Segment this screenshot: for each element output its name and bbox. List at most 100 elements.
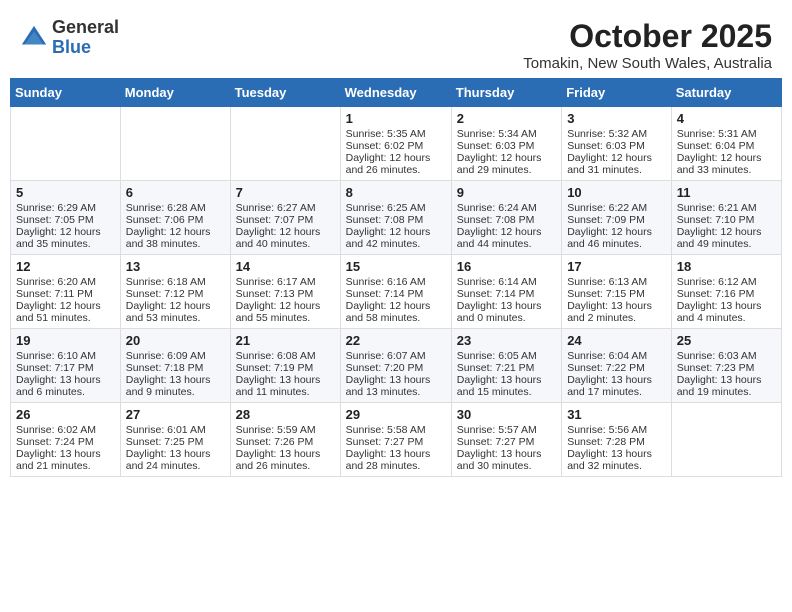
day-detail: Sunrise: 5:56 AM <box>567 424 666 436</box>
calendar-cell: 6Sunrise: 6:28 AMSunset: 7:06 PMDaylight… <box>120 181 230 255</box>
day-detail: and 0 minutes. <box>457 312 556 324</box>
day-detail: Sunset: 7:15 PM <box>567 288 666 300</box>
calendar-week-row: 12 Sunrise: 6:20 AMSunset: 7:11 PM Dayligh… <box>11 255 782 329</box>
day-detail: and 49 minutes. <box>677 238 776 250</box>
day-detail: Sunset: 7:16 PM <box>677 288 776 300</box>
day-number: 18 <box>677 259 776 274</box>
day-number: 1 <box>346 111 446 126</box>
day-detail: Daylight: 12 hours <box>236 226 335 238</box>
calendar-subtitle: Tomakin, New South Wales, Australia <box>523 55 772 72</box>
day-detail: Daylight: 12 hours <box>236 300 335 312</box>
day-detail: Sunrise: 6:14 AM <box>457 276 556 288</box>
day-detail: Sunrise: 5:59 AM <box>236 424 335 436</box>
day-detail: Sunset: 7:11 PM <box>16 288 115 300</box>
day-detail: and 19 minutes. <box>677 386 776 398</box>
day-detail: Sunset: 7:18 PM <box>126 362 225 374</box>
day-detail: Sunrise: 6:22 AM <box>567 202 666 214</box>
day-number: 29 <box>346 407 446 422</box>
calendar-cell: 16Sunrise: 6:14 AMSunset: 7:14 PMDayligh… <box>451 255 561 329</box>
day-detail: Sunset: 7:17 PM <box>16 362 115 374</box>
day-detail: Sunset: 7:09 PM <box>567 214 666 226</box>
day-detail: Sunset: 7:26 PM <box>236 436 335 448</box>
calendar-cell: 28 Sunrise: 5:59 AMSunset: 7:26 PMDayligh… <box>230 403 340 477</box>
day-detail: and 11 minutes. <box>236 386 335 398</box>
calendar-cell <box>120 107 230 181</box>
day-detail: Sunrise: 6:13 AM <box>567 276 666 288</box>
day-detail: Daylight: 12 hours <box>126 300 225 312</box>
day-detail: Sunrise: 6:12 AM <box>677 276 776 288</box>
weekday-header-row: SundayMondayTuesdayWednesdayThursdayFrid… <box>11 79 782 107</box>
day-detail: and 4 minutes. <box>677 312 776 324</box>
day-detail: Daylight: 12 hours <box>16 226 115 238</box>
day-detail: and 2 minutes. <box>567 312 666 324</box>
calendar-cell: 15Sunrise: 6:16 AMSunset: 7:14 PMDayligh… <box>340 255 451 329</box>
day-detail: Daylight: 12 hours <box>567 152 666 164</box>
calendar-cell: 31Sunrise: 5:56 AMSunset: 7:28 PMDayligh… <box>562 403 672 477</box>
day-detail: Daylight: 12 hours <box>346 152 446 164</box>
day-detail: Sunset: 6:02 PM <box>346 140 446 152</box>
day-number: 28 <box>236 407 335 422</box>
calendar-cell: 20Sunrise: 6:09 AMSunset: 7:18 PMDayligh… <box>120 329 230 403</box>
day-detail: and 33 minutes. <box>677 164 776 176</box>
calendar-table: SundayMondayTuesdayWednesdayThursdayFrid… <box>10 78 782 477</box>
day-number: 15 <box>346 259 446 274</box>
day-number: 24 <box>567 333 666 348</box>
day-detail: Sunrise: 6:21 AM <box>677 202 776 214</box>
day-number: 14 <box>236 259 335 274</box>
day-detail: Daylight: 13 hours <box>16 448 115 460</box>
day-detail: Daylight: 12 hours <box>126 226 225 238</box>
day-detail: Sunset: 7:27 PM <box>346 436 446 448</box>
day-detail: and 13 minutes. <box>346 386 446 398</box>
day-detail: Daylight: 13 hours <box>126 374 225 386</box>
day-detail: and 26 minutes. <box>236 460 335 472</box>
day-detail: Sunset: 7:28 PM <box>567 436 666 448</box>
calendar-cell: 2Sunrise: 5:34 AMSunset: 6:03 PMDaylight… <box>451 107 561 181</box>
day-detail: and 55 minutes. <box>236 312 335 324</box>
day-detail: Daylight: 13 hours <box>236 448 335 460</box>
day-detail: and 51 minutes. <box>16 312 115 324</box>
weekday-header: Friday <box>562 79 672 107</box>
calendar-cell: 13Sunrise: 6:18 AMSunset: 7:12 PMDayligh… <box>120 255 230 329</box>
day-number: 2 <box>457 111 556 126</box>
day-detail: Sunrise: 6:28 AM <box>126 202 225 214</box>
day-detail: Daylight: 13 hours <box>677 374 776 386</box>
day-detail: Sunrise: 6:27 AM <box>236 202 335 214</box>
day-detail: and 46 minutes. <box>567 238 666 250</box>
day-detail: Sunset: 7:20 PM <box>346 362 446 374</box>
day-number: 17 <box>567 259 666 274</box>
calendar-cell <box>671 403 781 477</box>
weekday-header: Saturday <box>671 79 781 107</box>
day-number: 19 <box>16 333 115 348</box>
day-detail: Daylight: 12 hours <box>677 226 776 238</box>
day-detail: Sunset: 7:05 PM <box>16 214 115 226</box>
calendar-cell: 17 Sunrise: 6:13 AMSunset: 7:15 PMDayligh… <box>562 255 672 329</box>
calendar-cell <box>11 107 121 181</box>
day-number: 7 <box>236 185 335 200</box>
calendar-week-row: 26Sunrise: 6:02 AMSunset: 7:24 PMDayligh… <box>11 403 782 477</box>
day-detail: Daylight: 13 hours <box>567 300 666 312</box>
day-detail: and 32 minutes. <box>567 460 666 472</box>
calendar-cell: 12Sunrise: 6:20 AMSunset: 7:11 PMDayligh… <box>11 255 121 329</box>
day-detail: Sunset: 7:13 PM <box>236 288 335 300</box>
calendar-cell: 5Sunrise: 6:29 AMSunset: 7:05 PMDaylight… <box>11 181 121 255</box>
day-number: 21 <box>236 333 335 348</box>
day-detail: Daylight: 13 hours <box>126 448 225 460</box>
day-number: 23 <box>457 333 556 348</box>
day-detail: Daylight: 12 hours <box>677 152 776 164</box>
day-detail: and 38 minutes. <box>126 238 225 250</box>
calendar-cell: 27Sunrise: 6:01 AMSunset: 7:25 PMDayligh… <box>120 403 230 477</box>
day-detail: Sunrise: 6:10 AM <box>16 350 115 362</box>
day-detail: and 17 minutes. <box>567 386 666 398</box>
day-number: 12 <box>16 259 115 274</box>
day-detail: and 28 minutes. <box>346 460 446 472</box>
day-detail: Daylight: 13 hours <box>16 374 115 386</box>
day-detail: and 53 minutes. <box>126 312 225 324</box>
calendar-cell: 14Sunrise: 6:17 AMSunset: 7:13 PMDayligh… <box>230 255 340 329</box>
day-detail: Sunrise: 6:01 AM <box>126 424 225 436</box>
day-detail: Sunset: 7:12 PM <box>126 288 225 300</box>
day-detail: Sunrise: 6:02 AM <box>16 424 115 436</box>
day-detail: Daylight: 13 hours <box>567 374 666 386</box>
day-detail: Daylight: 12 hours <box>346 300 446 312</box>
day-detail: Sunrise: 6:20 AM <box>16 276 115 288</box>
calendar-title: October 2025 <box>523 18 772 55</box>
